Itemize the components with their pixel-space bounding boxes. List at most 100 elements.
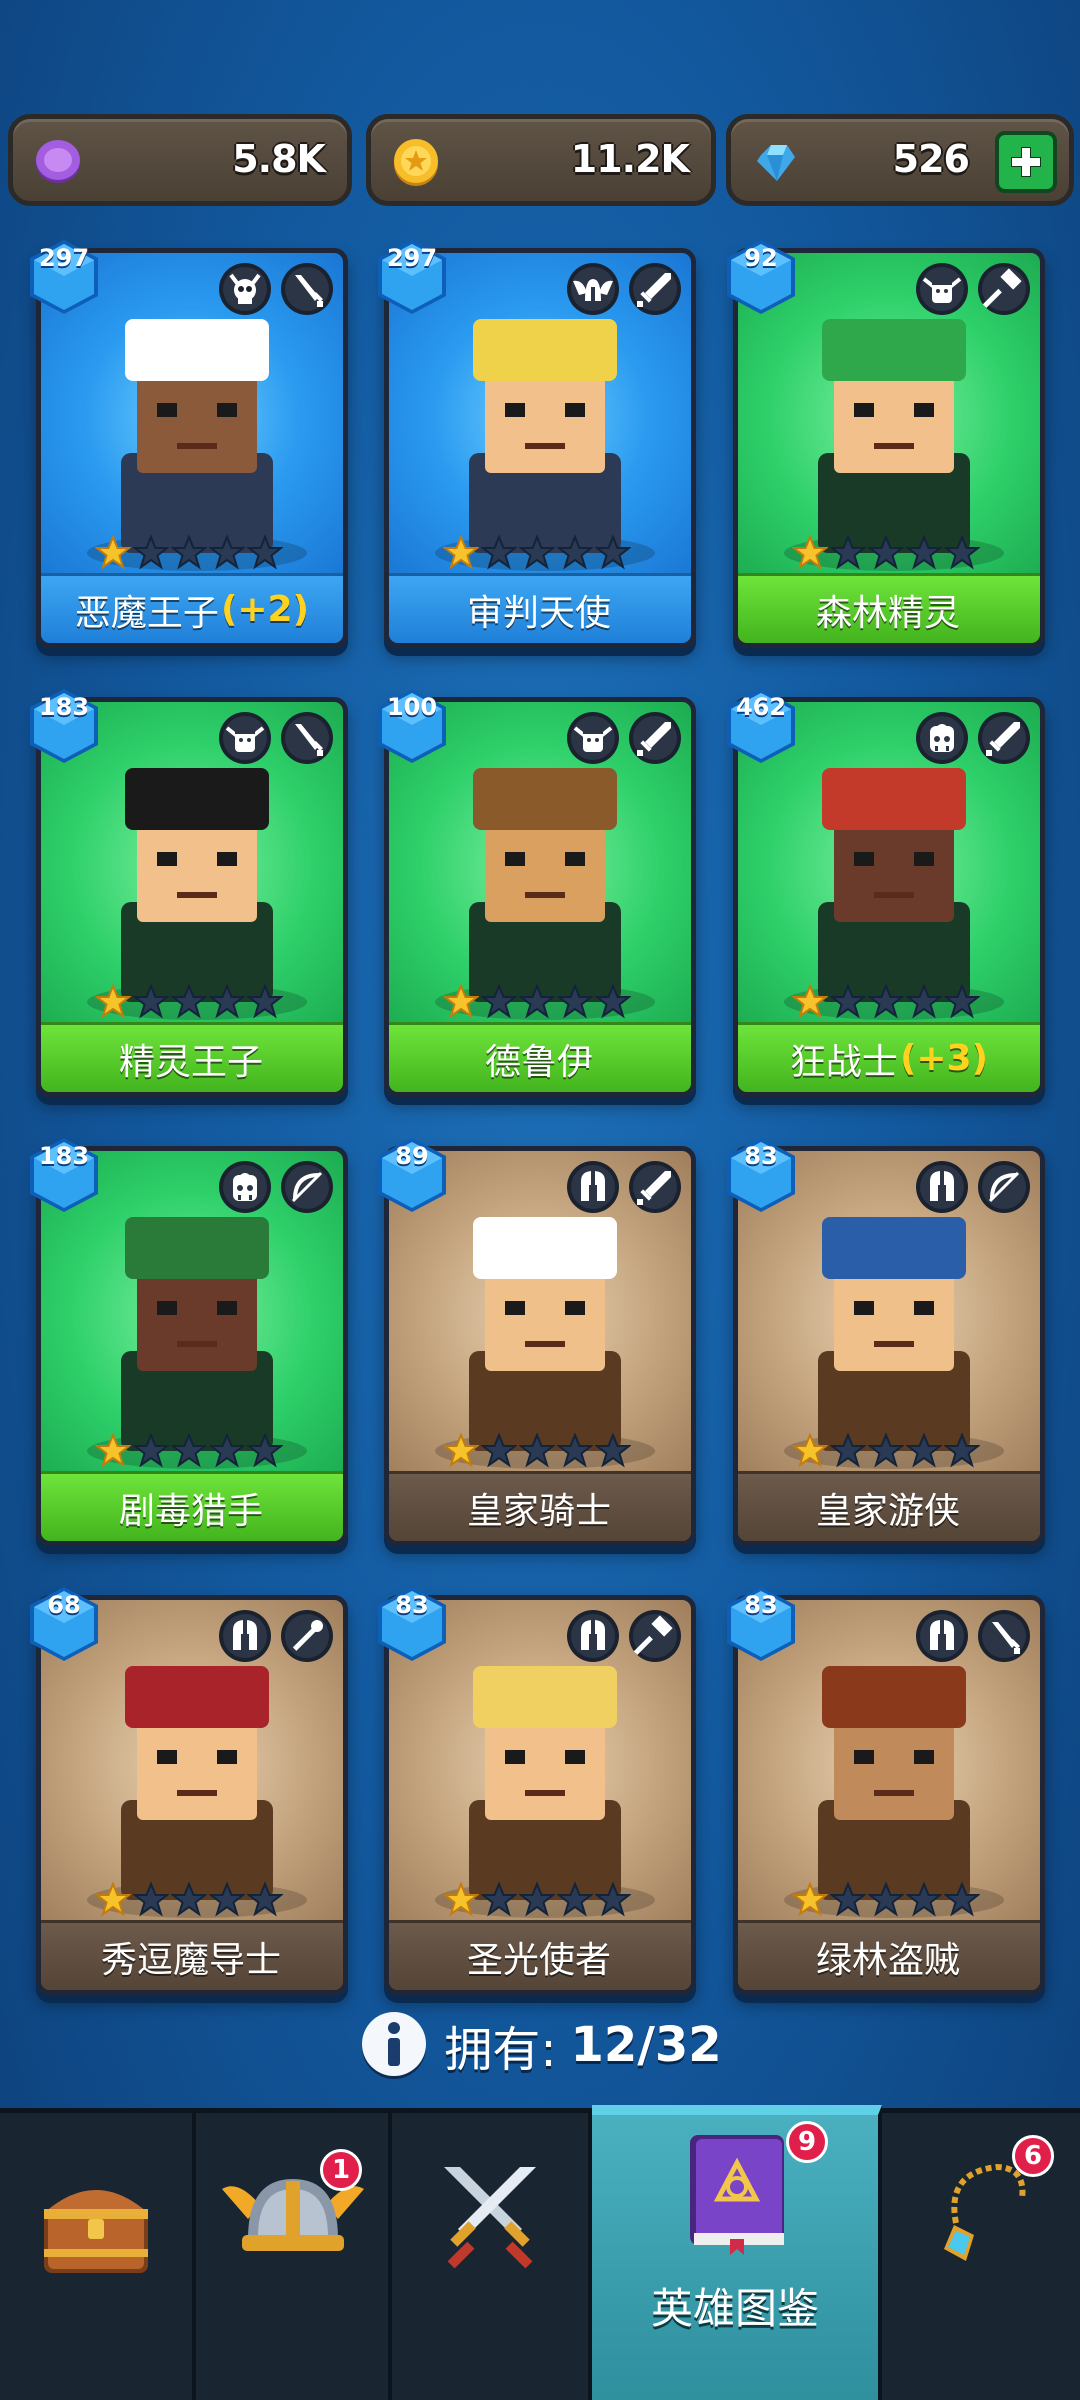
- sword-icon: [627, 710, 683, 766]
- star-empty-icon: [519, 1882, 555, 1917]
- knight-helm-icon: [217, 1608, 273, 1664]
- star-empty-icon: [906, 535, 942, 570]
- purple-coin-value: 5.8K: [232, 137, 326, 181]
- hero-name-bar: 剧毒猎手: [41, 1471, 343, 1541]
- hero-name: 绿林盗贼: [815, 1939, 960, 1981]
- bow-icon: [976, 1159, 1032, 1215]
- star-empty-icon: [481, 535, 517, 570]
- hero-codex-tab[interactable]: 9 英雄图鉴: [592, 2105, 882, 2400]
- star-empty-icon: [171, 1433, 207, 1468]
- star-empty-icon: [944, 1882, 980, 1917]
- star-empty-icon: [830, 1882, 866, 1917]
- star-rating: [95, 1882, 283, 1918]
- star-empty-icon: [830, 1433, 866, 1468]
- star-empty-icon: [481, 984, 517, 1019]
- star-filled-icon: [792, 535, 828, 570]
- hero-name: 森林精灵: [815, 592, 960, 634]
- purple-coin-icon: [36, 140, 80, 183]
- star-empty-icon: [209, 535, 245, 570]
- amulet-badge: 6: [1012, 2135, 1054, 2177]
- knight-helm-icon: [914, 1608, 970, 1664]
- staff-icon: [279, 1608, 335, 1664]
- star-rating: [95, 535, 283, 571]
- diamond-currency: 526: [726, 114, 1074, 206]
- star-empty-icon: [171, 984, 207, 1019]
- star-rating: [792, 1882, 980, 1918]
- orc-icon: [217, 1159, 273, 1215]
- hero-name-bar: 皇家游侠: [738, 1471, 1040, 1541]
- star-empty-icon: [595, 984, 631, 1019]
- plus-icon: [1011, 147, 1041, 177]
- hero-level: 183: [38, 1142, 90, 1170]
- heroes-tab[interactable]: 1: [196, 2113, 392, 2400]
- star-empty-icon: [247, 535, 283, 570]
- level-badge: 83: [723, 1134, 799, 1216]
- hero-level: 92: [744, 244, 778, 272]
- level-badge: 462: [723, 685, 799, 767]
- star-empty-icon: [557, 1882, 593, 1917]
- star-empty-icon: [557, 984, 593, 1019]
- amulet-tab[interactable]: 6: [882, 2113, 1080, 2400]
- chest-tab[interactable]: [0, 2113, 196, 2400]
- star-empty-icon: [247, 1882, 283, 1917]
- hero-name-bar: 恶魔王子 (+2): [41, 573, 343, 643]
- knight-helm-icon: [565, 1608, 621, 1664]
- gold-coin-value: 11.2K: [570, 137, 690, 181]
- star-rating: [792, 1433, 980, 1469]
- battle-tab[interactable]: [392, 2113, 592, 2400]
- hero-level: 89: [395, 1142, 429, 1170]
- star-rating: [443, 984, 631, 1020]
- star-rating: [792, 535, 980, 571]
- add-diamond-button[interactable]: [995, 131, 1057, 193]
- star-empty-icon: [906, 1433, 942, 1468]
- hero-name-bar: 圣光使者: [389, 1920, 691, 1990]
- sword-icon: [976, 710, 1032, 766]
- hero-name: 恶魔王子: [74, 592, 219, 634]
- gold-coin-icon: [394, 139, 438, 186]
- star-filled-icon: [95, 1433, 131, 1468]
- star-filled-icon: [792, 984, 828, 1019]
- star-rating: [792, 984, 980, 1020]
- star-rating: [443, 1433, 631, 1469]
- hero-name: 狂战士: [789, 1041, 898, 1083]
- level-badge: 297: [374, 236, 450, 318]
- hero-level: 68: [47, 1591, 81, 1619]
- hero-bonus: (+2): [220, 589, 310, 630]
- treasure-chest-icon: [44, 2190, 148, 2273]
- star-empty-icon: [481, 1433, 517, 1468]
- star-empty-icon: [944, 1433, 980, 1468]
- star-filled-icon: [95, 535, 131, 570]
- diamond-icon: [757, 145, 795, 181]
- star-empty-icon: [519, 1433, 555, 1468]
- elf-icon: [565, 710, 621, 766]
- level-badge: 92: [723, 236, 799, 318]
- star-empty-icon: [209, 1433, 245, 1468]
- hero-name: 皇家游侠: [815, 1490, 960, 1532]
- star-empty-icon: [868, 535, 904, 570]
- star-empty-icon: [133, 984, 169, 1019]
- owned-label: 拥有:: [444, 2022, 557, 2078]
- hero-name: 剧毒猎手: [118, 1490, 263, 1532]
- owned-count-row: 拥有: 12/32: [0, 2000, 1080, 2090]
- star-filled-icon: [443, 1882, 479, 1917]
- level-badge: 297: [26, 236, 102, 318]
- star-empty-icon: [868, 1433, 904, 1468]
- level-badge: 83: [374, 1583, 450, 1665]
- hammer-icon: [627, 1608, 683, 1664]
- elf-icon: [914, 261, 970, 317]
- star-empty-icon: [133, 1433, 169, 1468]
- hero-name: 德鲁伊: [484, 1041, 593, 1083]
- level-badge: 83: [723, 1583, 799, 1665]
- star-empty-icon: [906, 1882, 942, 1917]
- hero-level: 183: [38, 693, 90, 721]
- hero-name-bar: 精灵王子: [41, 1022, 343, 1092]
- hero-name: 圣光使者: [466, 1939, 611, 1981]
- level-badge: 89: [374, 1134, 450, 1216]
- hero-level: 100: [386, 693, 438, 721]
- diamond-value: 526: [892, 137, 970, 181]
- hero-level: 83: [744, 1142, 778, 1170]
- hero-name-bar: 德鲁伊: [389, 1022, 691, 1092]
- star-empty-icon: [247, 1433, 283, 1468]
- crossed-swords-icon: [444, 2167, 536, 2269]
- info-icon[interactable]: [358, 2009, 430, 2081]
